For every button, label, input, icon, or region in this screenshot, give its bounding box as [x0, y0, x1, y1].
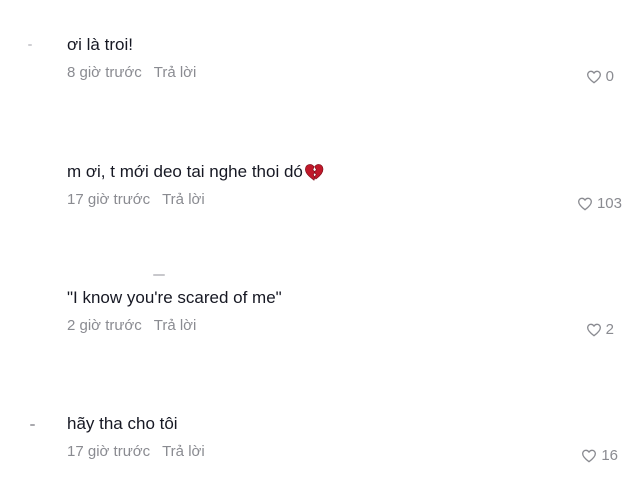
avatar[interactable]	[28, 44, 32, 46]
comment-time: 17 giờ trước	[67, 443, 151, 460]
heart-outline-icon	[586, 70, 601, 83]
comment-body: ơi là troi!	[67, 35, 133, 54]
comment-body: m ơi, t mới deo tai nghe thoi dó	[67, 162, 303, 181]
comment-text: ơi là troi!	[67, 34, 133, 56]
avatar[interactable]	[153, 274, 165, 276]
reply-button[interactable]: Trả lời	[154, 64, 197, 81]
comment-item: "I know you're scared of me" 2 giờ trước…	[0, 274, 642, 367]
like-count: 0	[605, 68, 614, 85]
comment-meta: 17 giờ trước Trả lời	[67, 191, 205, 209]
like-count: 103	[596, 195, 622, 212]
comment-item: m ơi, t mới deo tai nghe thoi dó 17 giờ …	[0, 161, 642, 241]
comment-text: "I know you're scared of me"	[67, 287, 282, 309]
like-count: 2	[605, 321, 614, 338]
comment-item: ơi là troi! 8 giờ trước Trả lời 0	[0, 34, 642, 114]
reply-button[interactable]: Trả lời	[154, 317, 197, 334]
like-button[interactable]: 0	[586, 68, 614, 85]
comment-time: 17 giờ trước	[67, 191, 151, 208]
comment-time: 8 giờ trước	[67, 64, 142, 81]
broken-heart-icon	[304, 164, 324, 181]
comment-text: hãy tha cho tôi	[67, 413, 178, 435]
comment-meta: 8 giờ trước Trả lời	[67, 64, 196, 82]
comment-time: 2 giờ trước	[67, 317, 142, 334]
like-button[interactable]: 103	[577, 195, 622, 212]
comment-body: hãy tha cho tôi	[67, 414, 178, 433]
comment-meta: 2 giờ trước Trả lời	[67, 317, 196, 335]
like-count: 16	[601, 447, 618, 464]
comment-text: m ơi, t mới deo tai nghe thoi dó	[67, 161, 324, 183]
heart-outline-icon	[582, 449, 597, 462]
heart-outline-icon	[586, 323, 601, 336]
like-button[interactable]: 2	[586, 321, 614, 338]
comment-item: hãy tha cho tôi 17 giờ trước Trả lời 16	[0, 413, 642, 493]
heart-outline-icon	[577, 197, 592, 210]
like-button[interactable]: 16	[581, 447, 618, 464]
avatar[interactable]	[30, 424, 35, 426]
reply-button[interactable]: Trả lời	[162, 191, 205, 208]
comment-body: "I know you're scared of me"	[67, 288, 282, 307]
comment-meta: 17 giờ trước Trả lời	[67, 443, 205, 461]
reply-button[interactable]: Trả lời	[162, 443, 205, 460]
